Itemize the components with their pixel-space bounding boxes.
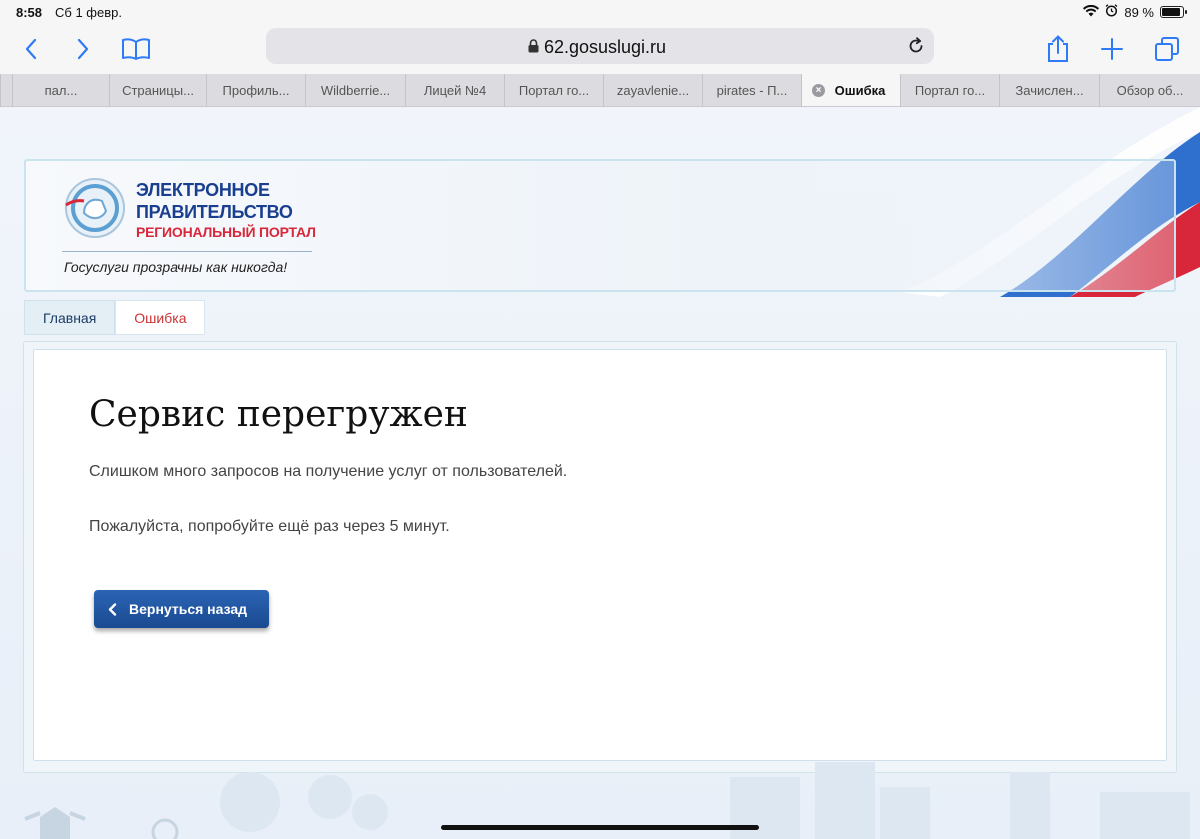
tab-strip: пал... Страницы... Профиль... Wildberrie… [0, 74, 1200, 107]
new-tab-icon[interactable] [1095, 32, 1129, 66]
close-tab-icon[interactable]: × [812, 84, 825, 97]
tab-item[interactable]: Wildberrie... [305, 74, 405, 106]
forward-icon[interactable] [66, 32, 100, 66]
browser-toolbar: 62.gosuslugi.ru [0, 24, 1200, 74]
breadcrumb: Главная Ошибка [24, 300, 206, 337]
partner-logo-icon [151, 818, 179, 839]
tab-item[interactable]: пал... [12, 74, 109, 106]
status-bar: 8:58 Сб 1 февр. 89 % [0, 0, 1200, 24]
status-date: Сб 1 февр. [55, 5, 122, 20]
logo-title-line2: ПРАВИТЕЛЬСТВО [136, 202, 293, 222]
tab-label: Портал го... [914, 82, 986, 98]
tab-item[interactable]: Лицей №4 [405, 74, 504, 106]
back-button-label: Вернуться назад [129, 601, 248, 617]
logo-divider [62, 251, 312, 252]
tab-item-active[interactable]: × Ошибка [801, 74, 900, 106]
logo-title-line1: ЭЛЕКТРОННОЕ [136, 180, 270, 200]
breadcrumb-label: Главная [43, 309, 97, 326]
url-text: 62.gosuslugi.ru [543, 37, 667, 57]
tab-item[interactable]: Профиль... [206, 74, 305, 106]
battery-percent: 89 % [1124, 4, 1154, 20]
tab-label: Страницы... [122, 82, 194, 98]
tab-label: Зачислен... [1015, 82, 1084, 98]
breadcrumb-home[interactable]: Главная [24, 300, 116, 335]
tab-label: zayavlenie... [616, 82, 690, 98]
chevron-left-icon [108, 602, 117, 616]
battery-fill [1162, 8, 1180, 16]
address-bar[interactable]: 62.gosuslugi.ru [266, 28, 934, 64]
tab-label: Обзор об... [1116, 82, 1184, 98]
tab-label: Лицей №4 [423, 82, 487, 98]
tab-label: пал... [44, 82, 78, 98]
tab-item[interactable]: Портал го... [504, 74, 603, 106]
tab-label: Wildberrie... [320, 82, 391, 98]
error-message: Слишком много запросов на получение услу… [89, 463, 568, 480]
status-time: 8:58 [16, 5, 43, 20]
back-button[interactable]: Вернуться назад [94, 590, 269, 628]
share-icon[interactable] [1041, 32, 1075, 66]
tab-item[interactable]: pirates - П... [702, 74, 801, 106]
retry-message: Пожалуйста, попробуйте ещё раз через 5 м… [89, 518, 450, 535]
logo-subtitle: РЕГИОНАЛЬНЫЙ ПОРТАЛ [136, 224, 316, 240]
tab-item[interactable]: zayavlenie... [603, 74, 702, 106]
tab-label: Профиль... [222, 82, 290, 98]
web-page: ЭЛЕКТРОННОЕ ПРАВИТЕЛЬСТВО РЕГИОНАЛЬНЫЙ П… [0, 107, 1200, 839]
tab-item[interactable]: Обзор об... [1099, 74, 1200, 106]
wifi-icon [1083, 4, 1100, 20]
tab-label: pirates - П... [716, 82, 788, 98]
tab-item[interactable]: Зачислен... [999, 74, 1099, 106]
tagline: Госуслуги прозрачны как никогда! [64, 259, 288, 275]
breadcrumb-label: Ошибка [134, 309, 187, 326]
error-card: Сервис перегружен Слишком много запросов… [33, 349, 1167, 761]
portal-header: ЭЛЕКТРОННОЕ ПРАВИТЕЛЬСТВО РЕГИОНАЛЬНЫЙ П… [24, 159, 1176, 292]
content-panel: Сервис перегружен Слишком много запросов… [23, 341, 1177, 773]
home-indicator [441, 825, 759, 830]
tab-label: Портал го... [518, 82, 590, 98]
back-icon[interactable] [14, 32, 48, 66]
emblem-icon [24, 807, 86, 839]
tab-item[interactable]: Страницы... [109, 74, 206, 106]
tab-edge [0, 74, 12, 106]
page-title: Сервис перегружен [89, 394, 468, 435]
battery-icon [1160, 6, 1187, 18]
tab-item[interactable]: Портал го... [900, 74, 999, 106]
status-right: 89 % [1083, 4, 1187, 20]
alarm-icon [1105, 4, 1118, 20]
bookmarks-icon[interactable] [119, 32, 153, 66]
breadcrumb-current: Ошибка [115, 300, 206, 335]
reload-icon[interactable] [906, 36, 926, 61]
tabs-icon[interactable] [1150, 32, 1184, 66]
portal-logo-icon[interactable] [62, 175, 128, 241]
tab-label: Ошибка [834, 82, 886, 98]
